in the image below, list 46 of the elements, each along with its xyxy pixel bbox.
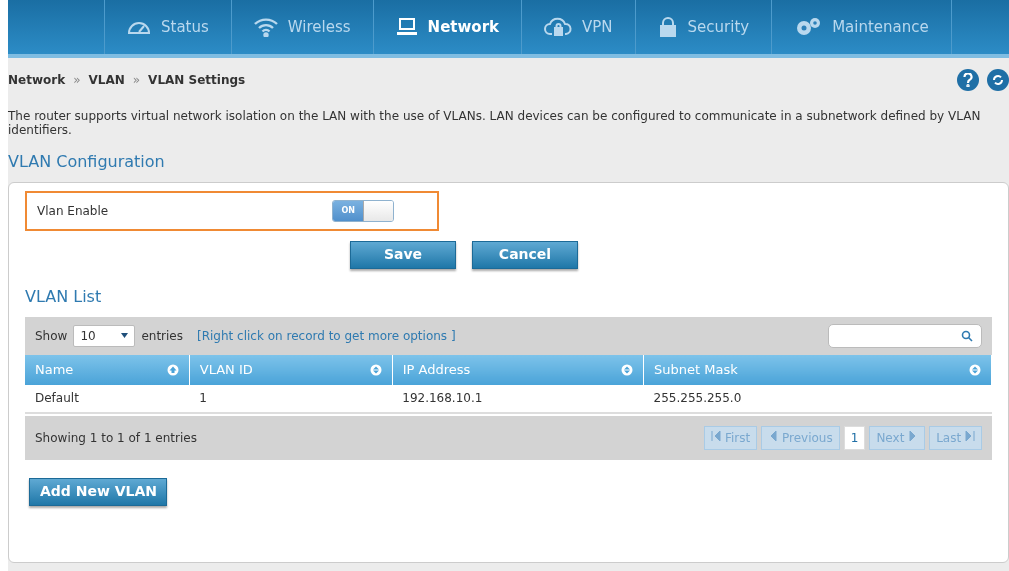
save-button[interactable]: Save <box>350 240 456 269</box>
hint-text: [Right click on record to get more options ] <box>197 327 456 345</box>
refresh-icon[interactable] <box>987 69 1009 91</box>
page-size-select[interactable]: 10 <box>73 324 136 347</box>
wifi-icon <box>253 17 278 37</box>
column-header[interactable]: Name <box>25 354 190 385</box>
nav-tab[interactable]: Wireless <box>231 0 374 54</box>
breadcrumb-item: VLAN <box>88 72 125 89</box>
table-cell: 192.168.10.1 <box>392 384 644 413</box>
column-header[interactable]: Subnet Mask <box>643 354 992 385</box>
nav-tab[interactable]: Network <box>373 0 522 54</box>
skip-first-icon <box>711 429 722 442</box>
list-title: VLAN List <box>25 285 103 308</box>
nav-tab[interactable]: Maintenance <box>772 0 952 54</box>
entries-label: entries <box>141 327 183 345</box>
add-button[interactable]: Add New VLAN <box>29 477 167 506</box>
caret-icon <box>121 333 129 339</box>
monitor-icon <box>395 17 418 37</box>
cancel-button[interactable]: Cancel <box>472 240 578 269</box>
nav-tab[interactable]: Status <box>104 0 232 54</box>
description-text: The router supports virtual network isolation on the LAN with the use of VLANs. LAN devices can be configured to communicate in a subnetwork defined by VLAN identifiers. <box>8 108 982 138</box>
toggle-switch[interactable]: ON <box>332 199 395 222</box>
nav-tab[interactable]: Security <box>635 0 773 54</box>
table-cell: 255.255.255.0 <box>643 384 992 413</box>
previous-icon <box>768 429 779 442</box>
table-cell: 1 <box>189 384 393 413</box>
nav-tab[interactable]: VPN <box>522 0 636 54</box>
entries-info: Showing 1 to 1 of 1 entries <box>35 429 197 447</box>
cloud-lock-icon <box>544 17 572 37</box>
gears-icon <box>794 17 823 37</box>
page-button[interactable]: 1 <box>843 425 866 450</box>
show-label: Show <box>35 327 68 345</box>
table-cell: Default <box>25 384 190 413</box>
help-icon[interactable] <box>957 69 979 91</box>
lock-icon <box>657 17 678 37</box>
search-field[interactable] <box>828 323 982 348</box>
search-icon <box>961 329 973 342</box>
column-header[interactable]: IP Address <box>392 354 644 385</box>
breadcrumb-item: Network <box>8 72 66 89</box>
column-header[interactable]: VLAN ID <box>189 354 393 385</box>
field-label: Vlan Enable <box>37 202 109 220</box>
skip-last-icon <box>965 429 975 442</box>
breadcrumb-separator: » <box>73 72 81 89</box>
breadcrumb-item: VLAN Settings <box>148 72 246 89</box>
section-title: VLAN Configuration <box>8 150 166 173</box>
breadcrumb-separator: » <box>132 72 141 89</box>
